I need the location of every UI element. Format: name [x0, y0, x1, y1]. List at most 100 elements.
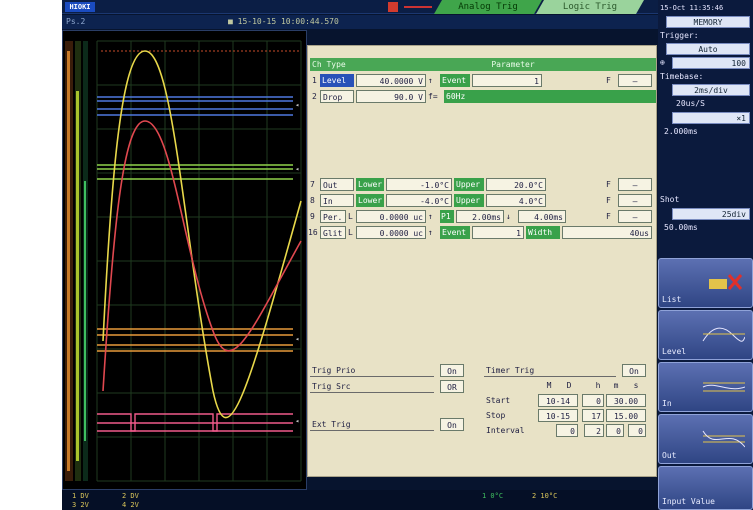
row16-slope-icon[interactable]: ↑ — [428, 226, 438, 239]
timer-start-date[interactable]: 10-14 — [538, 394, 578, 407]
row9-type[interactable]: Per. — [320, 210, 346, 223]
gauge-bar — [84, 181, 86, 441]
timer-trig-value[interactable]: On — [622, 364, 646, 377]
mode-value[interactable]: MEMORY — [666, 16, 750, 28]
input-value-button-label: Input Value — [662, 497, 715, 506]
in-button-label: In — [662, 399, 672, 408]
timer-start-hour[interactable]: 0 — [582, 394, 604, 407]
clock: 15-Oct 11:35:46 — [660, 4, 724, 12]
timebase-value[interactable]: 2ms/div — [672, 84, 750, 96]
row7-upper-label: Upper — [454, 178, 484, 191]
ext-trig-label: Ext Trig — [310, 418, 434, 431]
timer-stop-min-sec[interactable]: 15.00 — [606, 409, 646, 422]
blue-traces — [97, 96, 293, 116]
timer-start-label: Start — [486, 396, 511, 405]
window-out-icon — [702, 430, 745, 448]
row7-type[interactable]: Out — [320, 178, 354, 191]
row7-filter: F — [606, 180, 611, 189]
tab-logic-trig[interactable]: Logic Trig — [536, 0, 644, 14]
yellow-sine-trace — [102, 50, 302, 419]
row9-slope-icon[interactable]: ↑ — [428, 210, 438, 223]
timer-col-second: s — [633, 381, 639, 390]
row2-drop-value[interactable]: 90.0 V — [356, 90, 426, 103]
row1-count[interactable]: 1 — [472, 74, 542, 87]
footer-temp1: 1 0°C — [482, 492, 504, 500]
row7-lower-value[interactable]: -1.0°C — [386, 178, 452, 191]
row16-mode[interactable]: Event — [440, 226, 470, 239]
trig-prio-value[interactable]: On — [440, 364, 464, 377]
list-button[interactable]: List — [658, 258, 753, 308]
ext-trig-value[interactable]: On — [440, 418, 464, 431]
row7-end[interactable]: – — [618, 178, 652, 191]
list-icon — [709, 274, 743, 290]
gauge-bar — [76, 91, 79, 461]
row7-num: 7 — [310, 180, 315, 189]
trigger-mode-value[interactable]: Auto — [666, 43, 750, 55]
timer-col-hour: h — [595, 381, 601, 390]
timer-interval-day[interactable]: 0 — [556, 424, 578, 437]
timer-stop-hour[interactable]: 17 — [582, 409, 604, 422]
timer-col-minute: m — [613, 381, 619, 390]
timer-interval-minute[interactable]: 0 — [606, 424, 624, 437]
timer-interval-second[interactable]: 0 — [628, 424, 646, 437]
row1-mode[interactable]: Event — [440, 74, 470, 87]
row1-num: 1 — [312, 76, 317, 85]
row9-p1-value[interactable]: 2.00ms — [456, 210, 504, 223]
timer-interval-hour[interactable]: 2 — [584, 424, 604, 437]
waveform-area[interactable]: ◂◂◂◂ 1ms 10ms — [62, 30, 307, 510]
trig-src-value[interactable]: OR — [440, 380, 464, 393]
row2-freq-value[interactable]: 60Hz — [444, 90, 656, 103]
level-button[interactable]: Level — [658, 310, 753, 360]
waveform-plot: ◂ ◂ ◂ ◂ — [65, 40, 302, 482]
row9-p2-value[interactable]: 4.00ms — [518, 210, 566, 223]
row1-type[interactable]: Level — [320, 74, 354, 87]
row1-end[interactable]: – — [618, 74, 652, 87]
row8-end[interactable]: – — [618, 194, 652, 207]
footer-ch4: 4 2V — [122, 501, 139, 509]
timer-col-day: D — [566, 381, 572, 390]
row8-upper-value[interactable]: 4.0°C — [486, 194, 546, 207]
row8-lower-value[interactable]: -4.0°C — [386, 194, 452, 207]
trigger-settings-panel: Ch Type Parameter 1 Level 40.0000 V ↑ Ev… — [307, 45, 657, 477]
row9-end[interactable]: – — [618, 210, 652, 223]
row16-type[interactable]: Glit — [320, 226, 346, 239]
timer-col-month: M — [546, 381, 552, 390]
row8-upper-label: Upper — [454, 194, 484, 207]
row9-p2-icon: ↓ — [506, 212, 511, 221]
row16-width-value[interactable]: 40us — [562, 226, 652, 239]
row7-upper-value[interactable]: 20.0°C — [486, 178, 546, 191]
row2-type[interactable]: Drop — [320, 90, 354, 103]
zoom-value[interactable]: ×1 — [672, 112, 750, 124]
row2-num: 2 — [312, 92, 317, 101]
sheet-label: Ps.2 — [66, 17, 86, 26]
timer-interval-label: Interval — [486, 426, 525, 435]
shot-label: Shot — [660, 195, 680, 204]
tab-analog-trig[interactable]: Analog Trig — [434, 0, 542, 14]
record-indicator-icon — [388, 2, 398, 12]
row1-level-value[interactable]: 40.0000 V — [356, 74, 426, 87]
row16-value[interactable]: 0.0000 uc — [356, 226, 426, 239]
row9-p1-label: P1 — [440, 210, 454, 223]
in-button[interactable]: In — [658, 362, 753, 412]
row9-num: 9 — [310, 212, 315, 221]
level-button-label: Level — [662, 347, 687, 356]
row8-type[interactable]: In — [320, 194, 354, 207]
trig-prio-label: Trig Prio — [310, 364, 434, 377]
out-button-label: Out — [662, 451, 677, 460]
out-button[interactable]: Out — [658, 414, 753, 464]
row1-slope-icon[interactable]: ↑ — [428, 74, 438, 87]
trigger-count[interactable]: 100 — [672, 57, 750, 69]
input-value-button[interactable]: Input Value — [658, 466, 753, 510]
svg-text:◂: ◂ — [295, 335, 299, 343]
channel-footer: 1 DV 2 DV 3 2V 4 2V 1 0°C 2 10°C — [62, 490, 658, 510]
timer-start-min-sec[interactable]: 30.00 — [606, 394, 646, 407]
row16-count[interactable]: 1 — [472, 226, 524, 239]
shot-value[interactable]: 25div — [672, 208, 750, 220]
timer-stop-date[interactable]: 10-15 — [538, 409, 578, 422]
grid — [96, 40, 302, 482]
trigger-timestamp: ■ 15-10-15 10:00:44.570 — [228, 17, 339, 26]
sampling-rate: 20us/S — [676, 99, 705, 108]
row9-value[interactable]: 0.0000 uc — [356, 210, 426, 223]
timebase-label: Timebase: — [660, 72, 704, 81]
row1-filter: F — [606, 76, 611, 85]
